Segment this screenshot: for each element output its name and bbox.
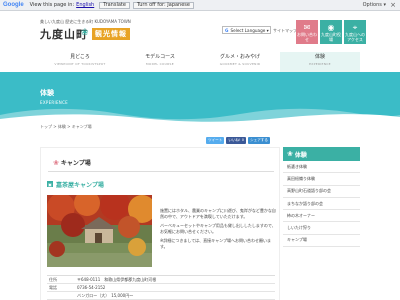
contact-button[interactable]: ✉ お問い合わせ bbox=[296, 20, 318, 44]
info-row-address: 住所 〒648-0111 和歌山県伊都郡九度山町河根 bbox=[47, 276, 275, 284]
info-value: 0736-54-2152 bbox=[77, 285, 106, 290]
site-logo-subtitle[interactable]: 観光情報 bbox=[92, 28, 130, 40]
google-translate-bar: Google View this page in: English Transl… bbox=[0, 0, 400, 11]
options-menu[interactable]: Options ▾ bbox=[363, 2, 386, 8]
sidebar-item-choishi[interactable]: 高野山町石道語り部の会 bbox=[283, 186, 360, 198]
site-tagline: 美しい九度山 歴史に生きる町 KUDOYAMA TOWN bbox=[40, 19, 131, 24]
close-icon[interactable]: × bbox=[390, 1, 396, 9]
nav-item-en: VIEWPOINT OF TOURISTSPOT bbox=[54, 62, 106, 66]
like-button[interactable]: いいね! 0 bbox=[226, 137, 247, 144]
google-g-icon: G bbox=[225, 27, 229, 33]
description-paragraph: 施置にはホタル、農業のキャンプに川遊び、鬼岸がなど豊かな自然の中で、アウトドアを… bbox=[160, 208, 276, 219]
campsite-photo bbox=[47, 195, 152, 267]
sidebar-heading-text: 体験 bbox=[294, 151, 307, 159]
nav-item-gourmet[interactable]: グルメ・おみやげ GOURMET & SOUVENIR bbox=[200, 52, 280, 72]
info-row-phone: 電話 0736-54-2152 bbox=[47, 284, 275, 292]
contact-label: お問い合わせ bbox=[297, 32, 317, 42]
breadcrumb[interactable]: トップ > 体験 > キャンプ場 bbox=[40, 124, 92, 130]
google-logo: Google bbox=[3, 2, 24, 8]
section-title: ▣ 嘉茶屋キャンプ場 bbox=[47, 179, 275, 189]
nav-item-model-course[interactable]: モデルコース MODEL COURSE bbox=[120, 52, 200, 72]
sidebar-item-machinaka[interactable]: まちなか語り部の会 bbox=[283, 198, 360, 211]
select-language-label: Select Language ▾ bbox=[230, 27, 269, 33]
info-value: バンガロー（大） 15,000円〜 bbox=[77, 292, 134, 298]
info-key: 電話 bbox=[49, 284, 57, 290]
info-table: 住所 〒648-0111 和歌山県伊都郡九度山町河根 電話 0736-54-21… bbox=[47, 275, 275, 300]
global-nav: 見どころ VIEWPOINT OF TOURISTSPOT モデルコース MOD… bbox=[40, 52, 360, 72]
description-paragraph: バーベキューセットやキャンプ用品も貸し出ししたしますので、お気軽にお問い合せくだ… bbox=[160, 223, 276, 234]
nav-item-label: グルメ・おみやげ bbox=[219, 54, 260, 60]
nav-item-viewpoint[interactable]: 見どころ VIEWPOINT OF TOURISTSPOT bbox=[40, 52, 120, 72]
access-label: 九度山へのアクセス bbox=[345, 32, 365, 42]
site-header: 美しい九度山 歴史に生きる町 KUDOYAMA TOWN 九度山町 ❀ 観光情報… bbox=[0, 12, 400, 72]
sitemap-link[interactable]: サイトマップ bbox=[273, 28, 297, 34]
view-page-label: View this page in: bbox=[29, 2, 75, 8]
campsite-photo-image bbox=[47, 195, 152, 267]
sidebar-heading: ❀ 体験 bbox=[283, 147, 360, 161]
sidebar-item-sanada-himo[interactable]: 真田紐織り体験 bbox=[283, 173, 360, 186]
info-row-fee: バンガロー（大） 15,000円〜 bbox=[47, 292, 275, 300]
sidebar-item-persimmon[interactable]: 柿の木オーナー bbox=[283, 210, 360, 223]
language-select[interactable]: English bbox=[76, 2, 94, 8]
content-heading-text: キャンプ場 bbox=[60, 160, 91, 167]
info-value: 〒648-0111 和歌山県伊都郡九度山町河根 bbox=[77, 276, 157, 282]
building-icon: ◉ bbox=[327, 23, 335, 32]
nav-item-label: 体験 bbox=[314, 54, 325, 60]
campsite-description: 施置にはホタル、農業のキャンプに川遊び、鬼岸がなど豊かな自然の中で、アウトドアを… bbox=[160, 208, 278, 253]
nav-item-en: EXPERIENCE bbox=[309, 62, 331, 66]
section-title-text: 嘉茶屋キャンプ場 bbox=[56, 181, 104, 189]
town-office-button[interactable]: ◉ 九度山町役場 bbox=[320, 20, 342, 44]
social-buttons: ツイート いいね! 0 シェアする bbox=[206, 137, 270, 144]
content-heading: ❀ キャンプ場 bbox=[48, 154, 274, 172]
sidebar-item-camp[interactable]: キャンプ場 bbox=[283, 235, 360, 248]
info-key: 住所 bbox=[49, 276, 57, 282]
nav-item-en: GOURMET & SOUVENIR bbox=[219, 62, 261, 66]
translate-button[interactable]: Translate bbox=[99, 1, 130, 9]
access-button[interactable]: ⌖ 九度山へのアクセス bbox=[344, 20, 366, 44]
nav-item-en: MODEL COURSE bbox=[146, 62, 174, 66]
page-title: 体験 bbox=[40, 89, 54, 97]
nav-item-experience[interactable]: 体験 EXPERIENCE bbox=[280, 52, 360, 72]
tweet-button[interactable]: ツイート bbox=[206, 137, 225, 144]
turn-off-button[interactable]: Turn off for: Japanese bbox=[132, 1, 194, 9]
map-pin-icon: ⌖ bbox=[352, 23, 358, 32]
page-hero-banner: 体験 EXPERIENCE bbox=[0, 72, 400, 122]
camp-icon: ▣ bbox=[47, 181, 53, 187]
wave-decoration bbox=[0, 108, 400, 122]
flower-icon: ❀ bbox=[287, 150, 293, 158]
share-button[interactable]: シェアする bbox=[248, 137, 270, 144]
sidebar-item-paper[interactable]: 紙漉き体験 bbox=[283, 161, 360, 174]
flower-icon: ❀ bbox=[53, 158, 59, 167]
google-translate-select[interactable]: G Select Language ▾ bbox=[222, 26, 271, 34]
nav-item-label: 見どころ bbox=[70, 54, 90, 60]
mail-icon: ✉ bbox=[303, 23, 311, 32]
sidebar: ❀ 体験 紙漉き体験 真田紐織り体験 高野山町石道語り部の会 まちなか語り部の会… bbox=[283, 147, 360, 300]
description-paragraph: ※詳細につきましては、直接キャンプ場へお問い合わせ願います。 bbox=[160, 238, 272, 249]
flower-icon: ❀ bbox=[81, 28, 89, 38]
town-office-label: 九度山町役場 bbox=[321, 32, 341, 42]
nav-item-label: モデルコース bbox=[145, 54, 175, 60]
sidebar-item-shiitake[interactable]: しいたけ狩り bbox=[283, 222, 360, 235]
